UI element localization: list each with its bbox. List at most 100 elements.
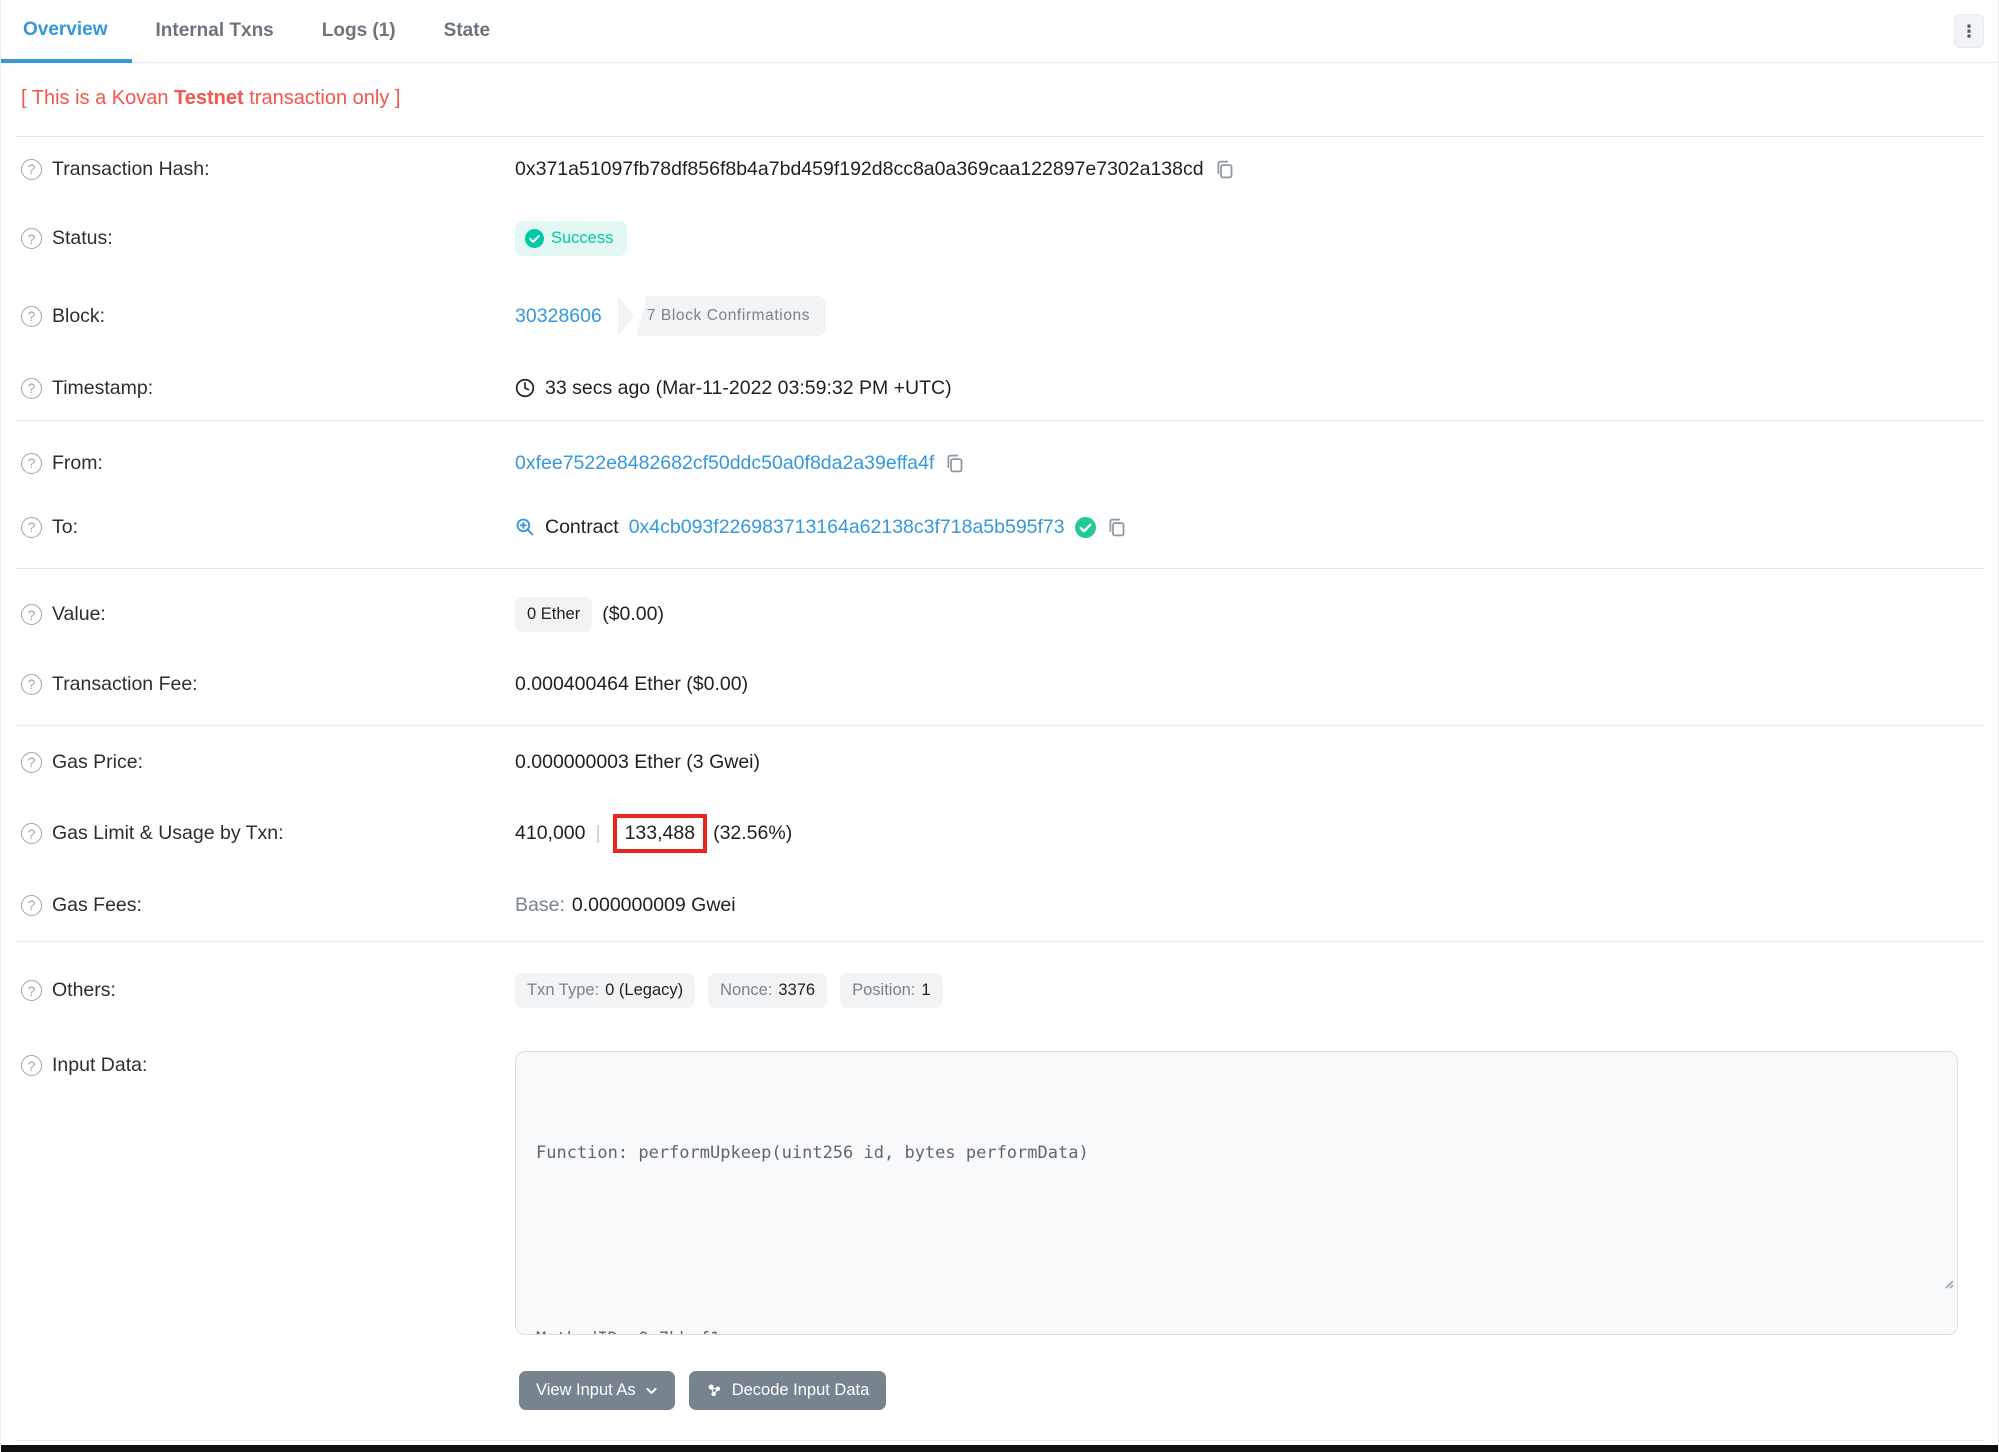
row-timestamp: ? Timestamp: 33 secs ago (Mar-11-2022 03… (1, 356, 1998, 420)
status-badge: Success (515, 221, 628, 256)
zoom-in-icon[interactable] (515, 517, 535, 537)
input-function-line: Function: performUpkeep(uint256 id, byte… (536, 1143, 1089, 1163)
position-badge: Position: 1 (840, 973, 943, 1008)
badge-key: Nonce: (720, 981, 773, 999)
help-icon[interactable]: ? (21, 228, 42, 249)
gas-price-value: 0.000000003 Ether (3 Gwei) (515, 750, 760, 773)
kebab-icon: ⋮ (1960, 21, 1978, 41)
row-label: Gas Fees: (52, 893, 142, 916)
txn-type-badge: Txn Type: 0 (Legacy) (515, 973, 696, 1008)
pipe-separator: | (595, 822, 601, 844)
row-label: From: (52, 451, 103, 474)
testnet-notice: [ This is a Kovan Testnet transaction on… (1, 63, 1998, 136)
more-options-button[interactable]: ⋮ (1954, 14, 1984, 48)
row-others: ? Others: Txn Type: 0 (Legacy) Nonce: 33… (1, 953, 1998, 1028)
tag-chevron-icon (617, 296, 634, 336)
usd-value: ($0.00) (602, 603, 664, 625)
row-label: Transaction Fee: (52, 672, 198, 695)
help-icon[interactable]: ? (21, 823, 42, 844)
row-block: ? Block: 30328606 7 Block Confirmations (1, 276, 1998, 356)
block-number-link[interactable]: 30328606 (515, 305, 602, 328)
notice-prefix: [ This is a Kovan (21, 87, 175, 109)
annotation-highlight-box: 133,488 (612, 814, 708, 853)
to-kind-label: Contract (545, 515, 619, 538)
decode-label: Decode Input Data (731, 1381, 870, 1399)
tab-logs[interactable]: Logs (1) (298, 0, 420, 62)
row-label: Block: (52, 304, 106, 327)
gas-used-percent: (32.56%) (713, 822, 793, 844)
badge-key: Txn Type: (527, 981, 600, 999)
help-icon[interactable]: ? (21, 980, 42, 1001)
verified-check-icon (1074, 516, 1096, 538)
row-label: Input Data: (52, 1054, 148, 1076)
help-icon[interactable]: ? (21, 604, 42, 625)
decode-input-data-button[interactable]: Decode Input Data (688, 1371, 887, 1410)
row-label: Status: (52, 227, 113, 249)
timestamp-value: 33 secs ago (Mar-11-2022 03:59:32 PM +UT… (545, 376, 952, 399)
help-icon[interactable]: ? (21, 751, 42, 773)
view-input-as-label: View Input As (536, 1381, 636, 1399)
input-methodid-line: MethodID: 0x7bbaf1ea (536, 1324, 1937, 1334)
help-icon[interactable]: ? (21, 452, 42, 474)
help-icon[interactable]: ? (21, 673, 42, 695)
help-icon[interactable]: ? (21, 1055, 42, 1076)
copy-icon[interactable] (944, 453, 965, 474)
notice-suffix: transaction only ] (243, 87, 401, 109)
from-address-link[interactable]: 0xfee7522e8482682cf50ddc50a0f8da2a39effa… (515, 452, 934, 475)
tab-bar: Overview Internal Txns Logs (1) State ⋮ (1, 0, 1998, 63)
decode-icon (708, 1384, 720, 1397)
check-circle-icon (525, 229, 544, 248)
row-gas-limit-usage: ? Gas Limit & Usage by Txn: 410,000 | 13… (1, 794, 1998, 873)
status-text: Success (551, 229, 614, 247)
badge-key: Position: (852, 981, 916, 999)
input-data-actions: View Input As Decode Input Data (519, 1371, 1998, 1440)
badge-value: 3376 (778, 981, 816, 999)
row-label: Gas Price: (52, 750, 144, 773)
base-fee-label: Base: (515, 893, 565, 916)
input-data-textarea[interactable]: Function: performUpkeep(uint256 id, byte… (515, 1051, 1958, 1335)
row-label: Transaction Hash: (52, 157, 210, 180)
help-icon[interactable]: ? (21, 516, 42, 538)
tab-internal-txns[interactable]: Internal Txns (132, 0, 298, 62)
gas-used-value: 133,488 (624, 822, 696, 844)
row-gas-fees: ? Gas Fees: Base: 0.000000009 Gwei (1, 873, 1998, 937)
nonce-badge: Nonce: 3376 (708, 973, 828, 1008)
copy-icon[interactable] (1106, 517, 1127, 538)
copy-icon[interactable] (1214, 159, 1235, 180)
ether-value-badge: 0 Ether (515, 597, 593, 632)
clock-icon (515, 378, 535, 398)
row-transaction-fee: ? Transaction Fee: 0.000400464 Ether ($0… (1, 652, 1998, 716)
tab-state[interactable]: State (420, 0, 514, 62)
row-gas-price: ? Gas Price: 0.000000003 Ether (3 Gwei) (1, 730, 1998, 794)
resize-grip-icon[interactable] (1838, 1238, 1954, 1331)
base-fee-value: 0.000000009 Gwei (571, 893, 736, 916)
row-label: Value: (52, 603, 106, 625)
row-label: To: (52, 515, 79, 538)
notice-bold: Testnet (174, 87, 244, 109)
badge-value: 1 (921, 981, 931, 999)
gas-limit-value: 410,000 (515, 822, 586, 844)
row-to: ? To: Contract 0x4cb093f226983713164a621… (1, 495, 1998, 559)
row-transaction-hash: ? Transaction Hash: 0x371a51097fb78df856… (1, 137, 1998, 201)
row-input-data: ? Input Data: Function: performUpkeep(ui… (1, 1028, 1998, 1355)
to-address-link[interactable]: 0x4cb093f226983713164a62138c3f718a5b595f… (629, 516, 1065, 539)
row-label: Others: (52, 979, 116, 1001)
chevron-down-icon (646, 1387, 657, 1394)
divider (15, 1440, 1984, 1441)
transaction-fee-value: 0.000400464 Ether ($0.00) (515, 672, 749, 695)
row-label: Timestamp: (52, 376, 154, 399)
row-status: ? Status: Success (1, 201, 1998, 276)
help-icon[interactable]: ? (21, 894, 42, 916)
confirmations-text: 7 Block Confirmations (636, 296, 827, 336)
help-icon[interactable]: ? (21, 158, 42, 180)
view-input-as-button[interactable]: View Input As (519, 1371, 675, 1410)
row-from: ? From: 0xfee7522e8482682cf50ddc50a0f8da… (1, 431, 1998, 495)
block-confirmations-badge: 7 Block Confirmations (617, 296, 827, 336)
row-label: Gas Limit & Usage by Txn: (52, 822, 284, 844)
help-icon[interactable]: ? (21, 305, 42, 327)
tab-overview[interactable]: Overview (1, 0, 132, 63)
help-icon[interactable]: ? (21, 377, 42, 399)
row-value: ? Value: 0 Ether ($0.00) (1, 577, 1998, 652)
window-bottom-edge (1, 1445, 1998, 1452)
badge-value: 0 (Legacy) (605, 981, 684, 999)
